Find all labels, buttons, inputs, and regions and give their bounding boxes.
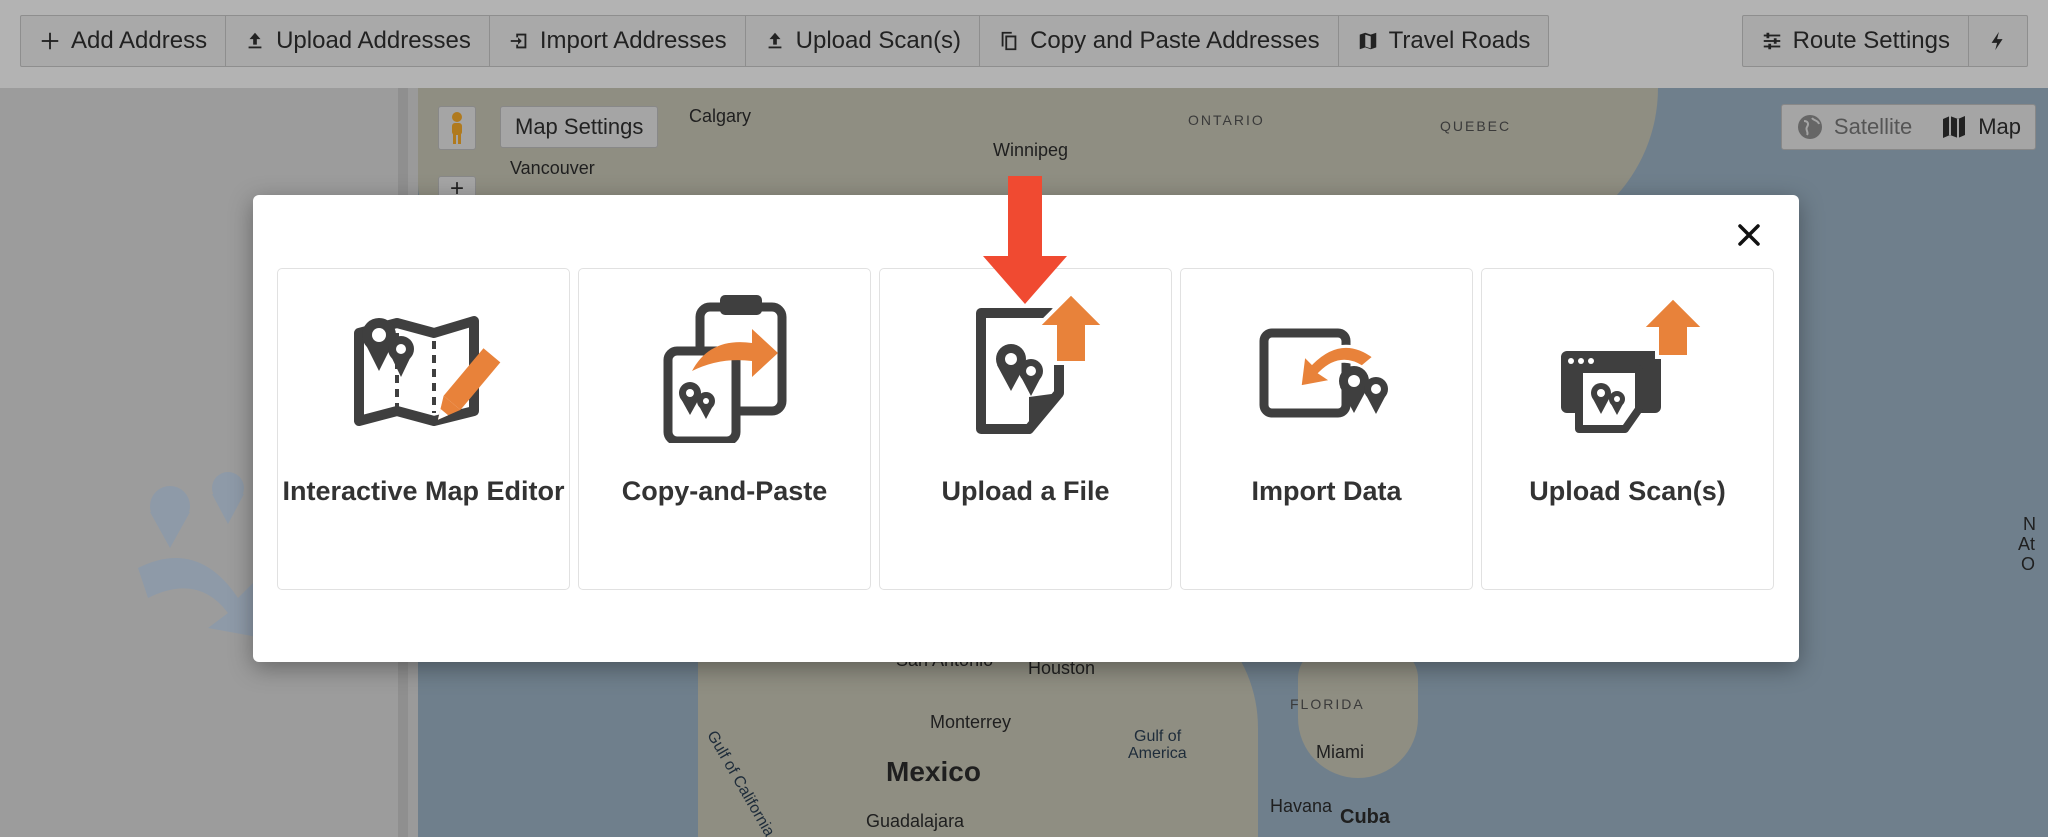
map-label-edge-3: O <box>2021 554 2036 574</box>
route-settings-label: Route Settings <box>1792 27 1950 54</box>
map-label-havana: Havana <box>1270 796 1333 816</box>
placeholder-pins-icon <box>138 472 263 638</box>
upload-scans-label: Upload Scan(s) <box>795 27 962 54</box>
plus-icon <box>41 32 59 50</box>
upload-icon <box>768 32 782 49</box>
add-address-button[interactable]: Add Address <box>21 16 227 66</box>
globe-icon <box>1797 115 1822 139</box>
lightning-icon <box>1991 31 2003 51</box>
map-label-gulf-of-america-1: Gulf of <box>1134 728 1182 745</box>
option-upload-a-file[interactable]: Upload a File <box>879 268 1172 590</box>
settings-group: Route Settings <box>1741 15 2028 67</box>
map-label: Map <box>1978 114 2021 139</box>
satellite-toggle[interactable]: Satellite <box>1782 105 1926 149</box>
clipboard-icon <box>663 295 786 443</box>
travel-roads-button[interactable]: Travel Roads <box>1339 16 1549 66</box>
import-options: Interactive Map Editor Copy-and-Paste Up… <box>277 268 1774 590</box>
map-label-florida: FLORIDA <box>1290 696 1365 712</box>
map-label-miami: Miami <box>1316 742 1364 762</box>
street-view-pegman[interactable] <box>438 106 476 150</box>
upload-icon <box>248 32 262 49</box>
scan-upload-icon <box>1560 294 1710 433</box>
option-copy-and-paste[interactable]: Copy-and-Paste <box>578 268 871 590</box>
map-label-ontario: ONTARIO <box>1188 112 1265 128</box>
copy-paste-addresses-button[interactable]: Copy and Paste Addresses <box>980 16 1339 66</box>
map-label-cuba: Cuba <box>1340 806 1390 828</box>
address-actions-group: Add Address Upload Addresses Import Addr… <box>20 15 1550 67</box>
option-label: Upload a File <box>941 476 1110 506</box>
pegman-icon <box>452 112 462 144</box>
option-label: Interactive Map Editor <box>282 476 565 506</box>
map-label-vancouver: Vancouver <box>510 158 595 178</box>
import-addresses-label: Import Addresses <box>539 27 727 54</box>
sliders-icon <box>1763 32 1780 50</box>
map-label-winnipeg: Winnipeg <box>993 140 1069 160</box>
import-icon <box>510 33 527 49</box>
map-icon <box>1943 116 1966 138</box>
upload-addresses-label: Upload Addresses <box>276 27 471 54</box>
map-editor-icon <box>353 316 500 426</box>
map-label-guadalajara: Guadalajara <box>866 811 965 831</box>
map-label-mexico: Mexico <box>886 756 981 787</box>
option-upload-scans[interactable]: Upload Scan(s) <box>1481 268 1774 590</box>
option-label: Import Data <box>1251 476 1402 506</box>
map-label-gulf-of-america-2: America <box>1128 745 1187 762</box>
map-icon <box>1359 32 1376 50</box>
option-import-data[interactable]: Import Data <box>1180 268 1473 590</box>
upload-addresses-button[interactable]: Upload Addresses <box>226 16 490 66</box>
map-label-edge-1: N <box>2023 514 2036 534</box>
highlight-arrow-icon <box>983 176 1067 304</box>
modal-close-button[interactable] <box>1729 215 1769 255</box>
map-type-switcher: Satellite Map <box>1780 104 2036 150</box>
map-label-monterrey: Monterrey <box>930 712 1012 732</box>
optimize-button[interactable] <box>1969 16 2027 66</box>
travel-roads-label: Travel Roads <box>1388 27 1531 54</box>
import-data-icon <box>1259 328 1388 418</box>
map-label-calgary: Calgary <box>689 106 752 126</box>
satellite-label: Satellite <box>1833 114 1913 139</box>
file-upload-icon <box>975 293 1110 434</box>
map-label-edge-2: At <box>2018 534 2036 554</box>
option-label: Upload Scan(s) <box>1529 476 1726 506</box>
map-label-quebec: QUEBEC <box>1440 118 1512 134</box>
import-addresses-button[interactable]: Import Addresses <box>490 16 746 66</box>
option-interactive-map-editor[interactable]: Interactive Map Editor <box>277 268 570 590</box>
copy-icon <box>1001 31 1017 51</box>
close-icon <box>1738 224 1760 246</box>
route-settings-button[interactable]: Route Settings <box>1743 16 1969 66</box>
top-toolbar: Add Address Upload Addresses Import Addr… <box>0 0 2048 88</box>
option-label: Copy-and-Paste <box>621 476 828 506</box>
map-settings-button[interactable]: Map Settings <box>500 106 659 148</box>
add-address-label: Add Address <box>71 27 208 54</box>
upload-scans-button[interactable]: Upload Scan(s) <box>746 16 981 66</box>
map-toggle[interactable]: Map <box>1926 105 2035 149</box>
copy-paste-addresses-label: Copy and Paste Addresses <box>1030 27 1320 54</box>
